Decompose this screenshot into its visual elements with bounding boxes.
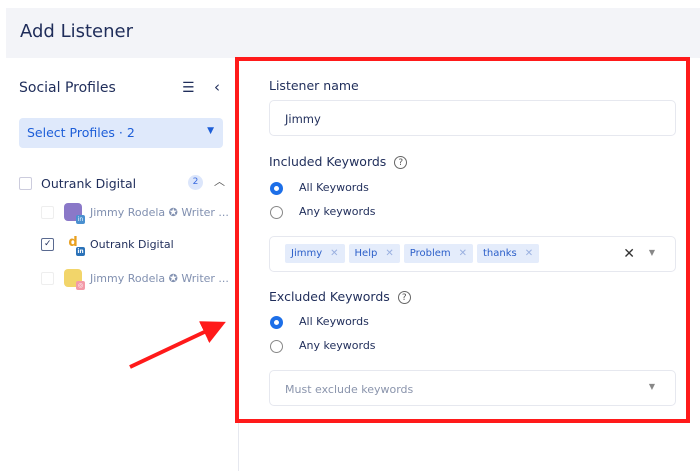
annotation-arrow bbox=[129, 321, 226, 369]
